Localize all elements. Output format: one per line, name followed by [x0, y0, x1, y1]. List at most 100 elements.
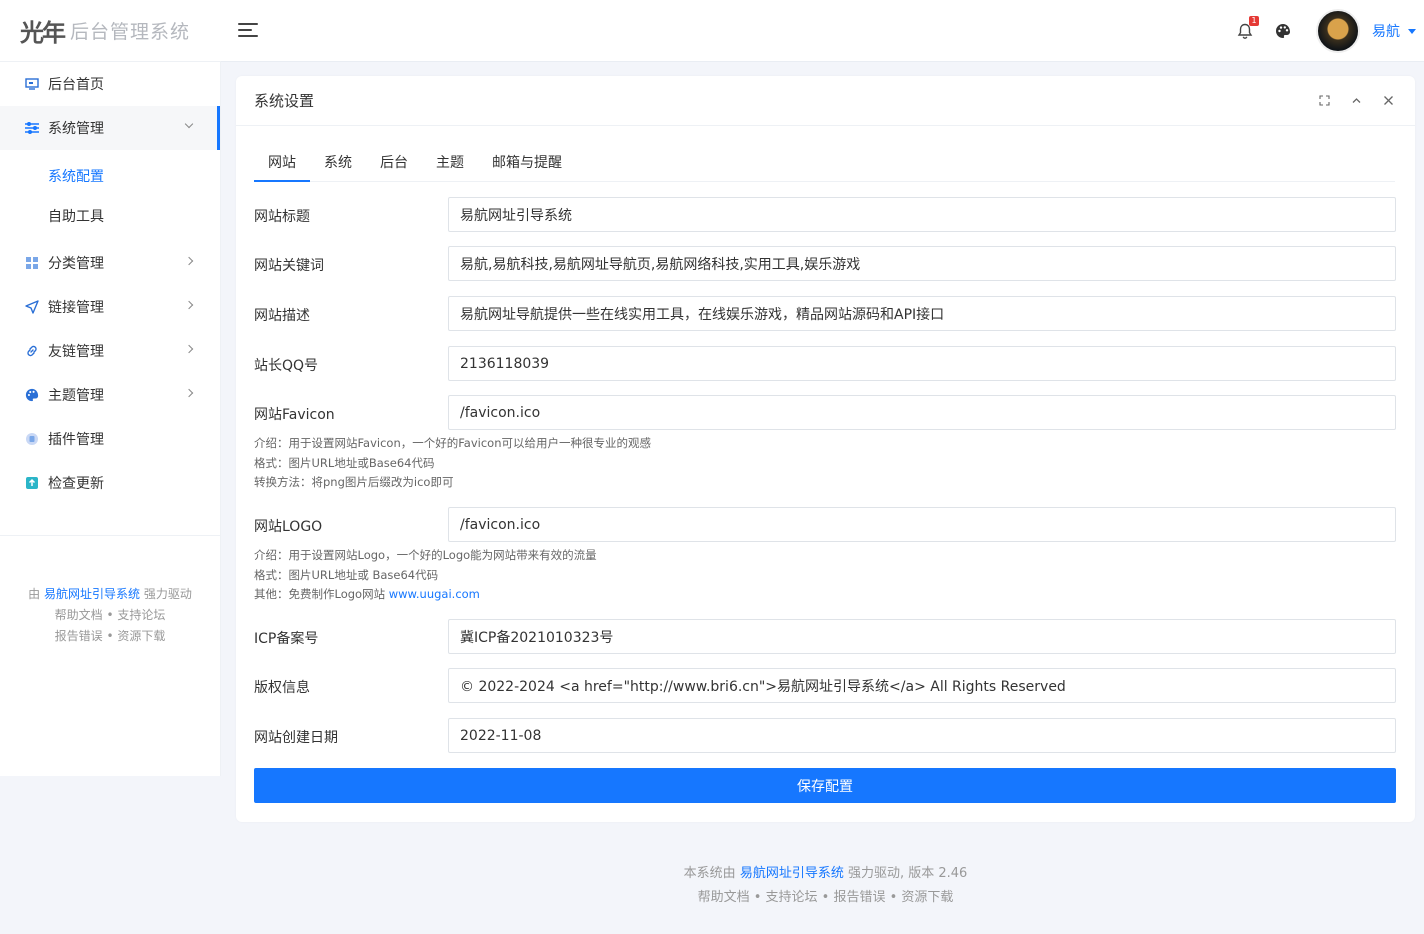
icp-input[interactable] — [448, 619, 1396, 654]
chevron-down-icon[interactable] — [1408, 28, 1416, 34]
close-icon[interactable] — [1379, 91, 1397, 109]
settings-tabs: 网站 系统 后台 主题 邮箱与提醒 — [254, 146, 1395, 182]
sidebar-footer: 由 易航网址引导系统 强力驱动 帮助文档 • 支持论坛 报告错误 • 资源下载 — [0, 535, 220, 647]
field-label: 网站LOGO — [254, 519, 323, 535]
sidebar-item-label: 后台首页 — [48, 77, 104, 93]
logo-text: 后台管理系统 — [70, 21, 191, 43]
uugai-link[interactable]: www.uugai.com — [389, 587, 480, 601]
qq-input[interactable] — [448, 346, 1396, 381]
sidebar-item-friend-links[interactable]: 友链管理 — [0, 329, 220, 373]
menu-toggle-icon[interactable] — [238, 23, 258, 39]
monitor-icon — [24, 76, 40, 92]
field-qq: 站长QQ号 — [254, 346, 1396, 382]
logo[interactable]: 光年 后台管理系统 — [0, 0, 221, 62]
card-tools — [1315, 91, 1397, 109]
favicon-input[interactable] — [448, 395, 1396, 430]
sidebar-footer-brand-link[interactable]: 易航网址引导系统 — [44, 587, 140, 601]
site-description-input[interactable] — [448, 296, 1396, 331]
field-site-keywords: 网站关键词 — [254, 246, 1396, 282]
card-header: 系统设置 — [236, 76, 1415, 126]
field-site-title: 网站标题 — [254, 197, 1396, 233]
field-label: ICP备案号 — [254, 631, 319, 647]
chevron-right-icon — [184, 344, 194, 354]
sidebar-footer-suffix: 强力驱动 — [143, 587, 192, 601]
sidebar-subitem-self-tools[interactable]: 自助工具 — [0, 196, 220, 236]
card-title: 系统设置 — [254, 92, 315, 110]
tab-email[interactable]: 邮箱与提醒 — [478, 146, 576, 182]
field-favicon: 网站Favicon — [254, 395, 1396, 431]
copyright-input[interactable] — [448, 668, 1396, 703]
footer-brand-link[interactable]: 易航网址引导系统 — [740, 866, 844, 881]
field-label: 网站标题 — [254, 209, 310, 225]
sidebar-item-label: 主题管理 — [48, 388, 104, 404]
chevron-right-icon — [184, 388, 194, 398]
top-bar: 光年 后台管理系统 1 易航 — [0, 0, 1424, 62]
collapse-icon[interactable] — [1347, 91, 1365, 109]
sidebar-item-label: 检查更新 — [48, 476, 104, 492]
sidebar-item-category[interactable]: 分类管理 — [0, 241, 220, 285]
settings-card: 系统设置 网站 系统 后台 主题 邮箱与提醒 网站标题 网站关键词 网站描述 — [236, 76, 1415, 822]
top-right-tools: 1 易航 — [1234, 0, 1416, 62]
logo-input[interactable] — [448, 507, 1396, 542]
notification-badge: 1 — [1249, 16, 1259, 26]
palette-icon — [24, 387, 40, 403]
field-label: 网站Favicon — [254, 407, 335, 423]
logo-help: 介绍：用于设置网站Logo，一个好的Logo能为网站带来有效的流量 格式：图片U… — [254, 546, 597, 605]
sidebar-item-label: 链接管理 — [48, 300, 104, 316]
chevron-down-icon — [184, 119, 194, 129]
send-icon — [24, 299, 40, 315]
avatar[interactable] — [1316, 9, 1360, 53]
field-label: 网站创建日期 — [254, 730, 338, 746]
sidebar-footer-links-1[interactable]: 帮助文档 • 支持论坛 — [0, 605, 220, 626]
tab-system[interactable]: 系统 — [310, 146, 366, 182]
sidebar-item-system[interactable]: 系统管理 — [0, 106, 220, 150]
footer-prefix: 本系统由 — [683, 866, 736, 881]
sidebar-footer-prefix: 由 — [28, 587, 41, 601]
sidebar-footer-links-2[interactable]: 报告错误 • 资源下载 — [0, 626, 220, 647]
chevron-right-icon — [184, 256, 194, 266]
footer-suffix: 强力驱动, 版本 2.46 — [847, 866, 968, 881]
save-config-button[interactable]: 保存配置 — [254, 768, 1396, 803]
help-line: 介绍：用于设置网站Logo，一个好的Logo能为网站带来有效的流量 — [254, 548, 597, 562]
page-footer: 本系统由 易航网址引导系统 强力驱动, 版本 2.46 帮助文档 • 支持论坛 … — [236, 862, 1415, 910]
sidebar-item-plugins[interactable]: 插件管理 — [0, 417, 220, 461]
tab-admin[interactable]: 后台 — [366, 146, 422, 182]
field-icp: ICP备案号 — [254, 619, 1396, 655]
theme-palette-icon[interactable] — [1272, 20, 1294, 42]
plugin-icon — [24, 431, 40, 447]
sidebar-item-label: 插件管理 — [48, 432, 104, 448]
help-line: 介绍：用于设置网站Favicon，一个好的Favicon可以给用户一种很专业的观… — [254, 436, 652, 450]
help-line: 格式：图片URL地址或 Base64代码 — [254, 567, 439, 582]
sidebar-item-links[interactable]: 链接管理 — [0, 285, 220, 329]
site-title-input[interactable] — [448, 197, 1396, 232]
sliders-icon — [24, 120, 40, 136]
created-date-input[interactable] — [448, 718, 1396, 753]
field-copyright: 版权信息 — [254, 668, 1396, 704]
sidebar-item-label: 系统管理 — [48, 121, 104, 137]
upload-icon — [24, 475, 40, 491]
sidebar-subitem-system-config[interactable]: 系统配置 — [0, 156, 220, 196]
bell-icon[interactable]: 1 — [1234, 16, 1259, 42]
sidebar-item-check-update[interactable]: 检查更新 — [0, 461, 220, 505]
grid-icon — [24, 255, 40, 271]
field-created-date: 网站创建日期 — [254, 718, 1396, 754]
username[interactable]: 易航 — [1372, 21, 1400, 41]
field-label: 网站关键词 — [254, 258, 324, 274]
logo-mark: 光年 — [20, 18, 66, 47]
chevron-right-icon — [184, 300, 194, 310]
favicon-help: 介绍：用于设置网站Favicon，一个好的Favicon可以给用户一种很专业的观… — [254, 434, 651, 493]
site-keywords-input[interactable] — [448, 246, 1396, 281]
field-label: 站长QQ号 — [254, 358, 319, 374]
footer-links[interactable]: 帮助文档 • 支持论坛 • 报告错误 • 资源下载 — [236, 886, 1415, 910]
sidebar-item-label: 友链管理 — [48, 344, 104, 360]
fullscreen-icon[interactable] — [1315, 91, 1333, 109]
field-logo: 网站LOGO — [254, 507, 1396, 543]
tab-website[interactable]: 网站 — [254, 146, 310, 182]
field-site-description: 网站描述 — [254, 296, 1396, 332]
sidebar-item-themes[interactable]: 主题管理 — [0, 373, 220, 417]
field-label: 版权信息 — [254, 680, 310, 696]
sidebar: 后台首页 系统管理 系统配置 自助工具 分类管理 链接管理 友链管理 主题管理 — [0, 62, 221, 776]
link-icon — [24, 343, 40, 359]
tab-theme[interactable]: 主题 — [422, 146, 478, 182]
sidebar-item-home[interactable]: 后台首页 — [0, 62, 220, 106]
